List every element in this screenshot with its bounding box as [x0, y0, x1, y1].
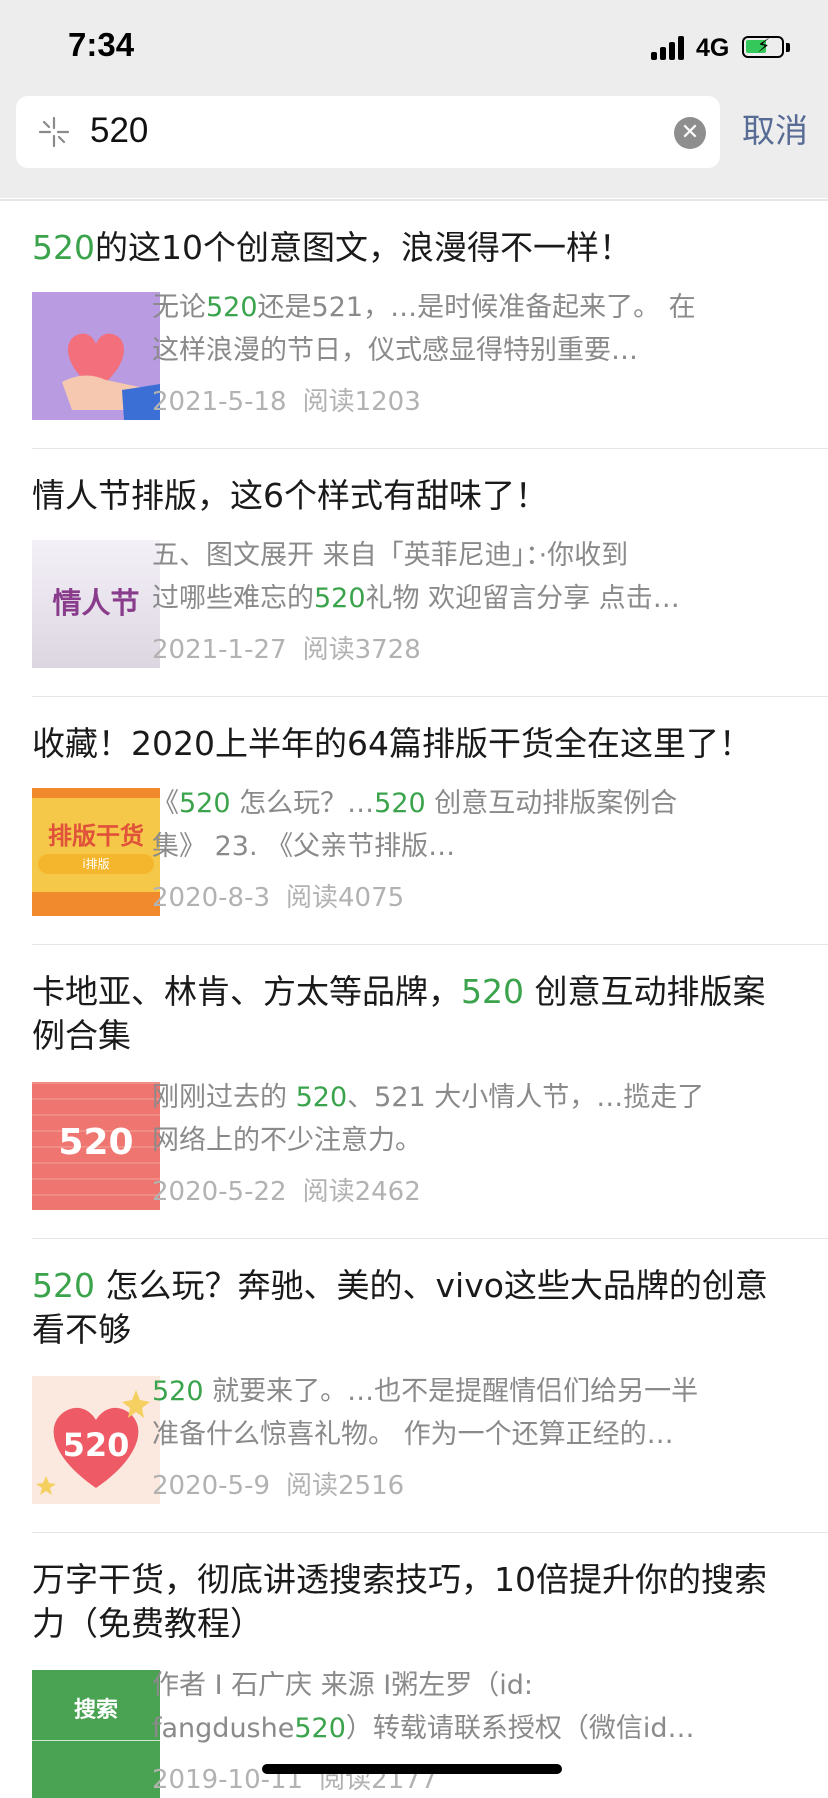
result-title[interactable]: 收藏！2020上半年的64篇排版干货全在这里了！ — [32, 722, 802, 766]
divider — [0, 199, 828, 201]
result-title[interactable]: 520的这10个创意图文，浪漫得不一样！ — [32, 226, 802, 270]
divider — [32, 1238, 828, 1239]
result-reads: 阅读1203 — [302, 387, 421, 417]
result-meta: 2020-5-9 阅读2516 — [152, 1468, 404, 1504]
status-time: 7:34 — [68, 26, 135, 63]
result-title[interactable]: 520 怎么玩？奔驰、美的、vivo这些大品牌的创意 看不够 — [32, 1264, 802, 1352]
result-snippet: 520 就要来了。…也不是提醒情侣们给另一半 — [152, 1376, 699, 1407]
result-snippet: 作者 I 石广庆 来源 I粥左罗（id: — [152, 1670, 533, 1701]
battery-icon: ⚡ — [742, 35, 784, 58]
divider — [32, 448, 828, 449]
result-meta: 2021-1-27 阅读3728 — [152, 632, 421, 668]
search-icon — [38, 116, 70, 148]
result-item[interactable]: 情人节排版，这6个样式有甜味了！ — [32, 474, 828, 518]
result-snippet: 五、图文展开 来自「英菲尼迪」：·你收到 — [152, 540, 629, 571]
divider — [32, 944, 828, 945]
result-snippet: 无论520还是521，…是时候准备起来了。 在 — [152, 292, 696, 323]
result-title[interactable]: 万字干货，彻底讲透搜索技巧，10倍提升你的搜索 力（免费教程） — [32, 1558, 802, 1646]
battery-cap — [786, 43, 790, 52]
result-date: 2021-5-18 — [152, 387, 287, 417]
result-item[interactable]: 卡地亚、林肯、方太等品牌，520 创意互动排版案 例合集 — [32, 970, 828, 1058]
result-reads: 阅读2462 — [302, 1177, 421, 1207]
network-type: 4G — [696, 34, 730, 62]
heart-520-thumbnail: 520 — [32, 1376, 160, 1504]
cancel-button[interactable]: 取消 — [742, 108, 808, 154]
result-meta: 2020-5-22 阅读2462 — [152, 1174, 421, 1210]
result-date: 2020-8-3 — [152, 883, 271, 913]
result-item[interactable]: 520的这10个创意图文，浪漫得不一样！ — [32, 226, 828, 270]
result-date: 2020-5-22 — [152, 1177, 287, 1207]
result-item[interactable]: 收藏！2020上半年的64篇排版干货全在这里了！ — [32, 722, 828, 766]
result-snippet: 这样浪漫的节日，仪式感显得特别重要… — [152, 335, 638, 366]
layout-tips-thumbnail: 排版干货 i排版 — [32, 788, 160, 916]
brick-520-thumbnail: 520 — [32, 1082, 160, 1210]
result-snippet: 网络上的不少注意力。 — [152, 1125, 422, 1156]
result-reads: 阅读3728 — [302, 635, 421, 665]
divider — [32, 1532, 828, 1533]
result-title[interactable]: 情人节排版，这6个样式有甜味了！ — [32, 474, 802, 518]
result-title[interactable]: 卡地亚、林肯、方太等品牌，520 创意互动排版案 例合集 — [32, 970, 802, 1058]
home-indicator[interactable] — [262, 1764, 562, 1774]
search-tutorial-thumbnail: 搜索 — [32, 1670, 160, 1798]
result-snippet: fangdushe520）转载请联系授权（微信id… — [152, 1713, 695, 1744]
search-query[interactable]: 520 — [90, 106, 148, 156]
result-snippet: 集》 23. 《父亲节排版… — [152, 831, 456, 862]
result-snippet: 准备什么惊喜礼物。 作为一个还算正经的… — [152, 1419, 674, 1450]
result-reads: 阅读2516 — [286, 1471, 405, 1501]
result-snippet: 过哪些难忘的520礼物 欢迎留言分享 点击… — [152, 583, 680, 614]
cellular-signal-icon — [651, 36, 691, 60]
valentine-thumbnail: 情人节 — [32, 540, 160, 668]
result-snippet: 刚刚过去的 520、521 大小情人节，…揽走了 — [152, 1082, 705, 1113]
heart-hand-thumbnail — [32, 292, 160, 420]
result-item[interactable]: 520 怎么玩？奔驰、美的、vivo这些大品牌的创意 看不够 — [32, 1264, 828, 1352]
result-meta: 2020-8-3 阅读4075 — [152, 880, 404, 916]
result-snippet: 《520 怎么玩？…520 创意互动排版案例合 — [152, 788, 678, 819]
result-reads: 阅读4075 — [286, 883, 405, 913]
divider — [32, 696, 828, 697]
result-date: 2021-1-27 — [152, 635, 287, 665]
clear-icon[interactable]: ✕ — [674, 117, 706, 149]
result-item[interactable]: 万字干货，彻底讲透搜索技巧，10倍提升你的搜索 力（免费教程） — [32, 1558, 828, 1646]
result-meta: 2021-5-18 阅读1203 — [152, 384, 421, 420]
result-date: 2020-5-9 — [152, 1471, 271, 1501]
